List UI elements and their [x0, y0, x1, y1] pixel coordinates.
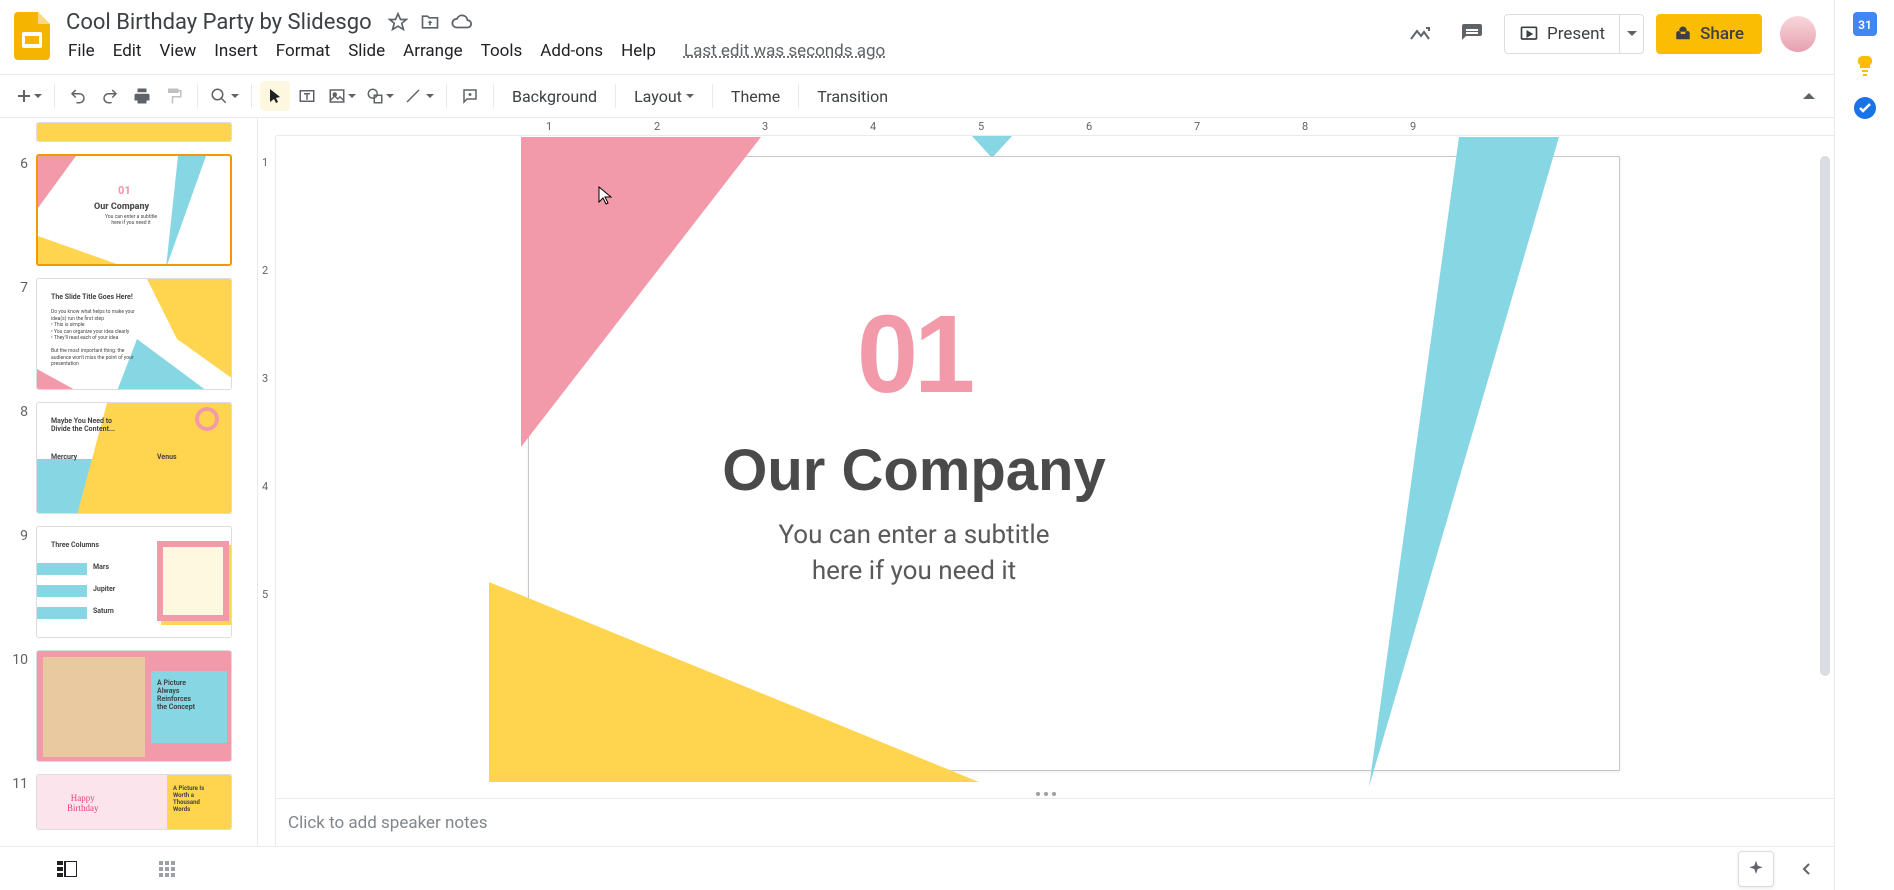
filmstrip[interactable]: 6 01 Our Company You can enter a subtitl… [0, 118, 258, 846]
comments-icon[interactable] [1452, 14, 1492, 54]
thumb-number: 10 [6, 650, 28, 762]
slide-title-text[interactable]: Our Company [722, 437, 1106, 504]
explore-button[interactable] [1738, 851, 1774, 887]
menu-addons[interactable]: Add-ons [532, 37, 611, 65]
star-icon[interactable] [386, 10, 410, 34]
keep-addon-icon[interactable] [1853, 54, 1877, 78]
menu-help[interactable]: Help [613, 37, 664, 65]
tasks-addon-icon[interactable] [1853, 96, 1877, 120]
grid-view-button[interactable] [132, 854, 202, 884]
menu-format[interactable]: Format [268, 37, 338, 65]
menu-tools[interactable]: Tools [473, 37, 531, 65]
menu-edit[interactable]: Edit [105, 37, 150, 65]
ruler-horizontal: 123456789 [276, 118, 1834, 136]
redo-button[interactable] [95, 81, 125, 111]
pink-triangle-shape[interactable] [521, 137, 761, 447]
share-button[interactable]: Share [1656, 14, 1762, 54]
slides-logo[interactable] [8, 12, 56, 60]
slide-thumb-prev[interactable] [36, 122, 232, 142]
thumb-number: 11 [6, 774, 28, 830]
move-icon[interactable] [418, 10, 442, 34]
menu-view[interactable]: View [151, 37, 204, 65]
present-label: Present [1547, 24, 1605, 44]
thumb-number: 8 [6, 402, 28, 514]
menu-file[interactable]: File [60, 37, 103, 65]
notes-resize-handle[interactable] [258, 790, 1834, 798]
account-avatar[interactable] [1778, 14, 1818, 54]
present-dropdown[interactable] [1619, 15, 1643, 53]
transition-button[interactable]: Transition [807, 81, 898, 111]
filmstrip-view-button[interactable] [32, 854, 102, 884]
slide-thumb-6[interactable]: 01 Our Company You can enter a subtitle … [36, 154, 232, 266]
share-label: Share [1700, 24, 1744, 44]
comment-tool[interactable] [455, 81, 485, 111]
undo-button[interactable] [63, 81, 93, 111]
select-tool[interactable] [260, 81, 290, 111]
slide-subtitle-text[interactable]: You can enter a subtitlehere if you need… [664, 517, 1164, 590]
menu-insert[interactable]: Insert [206, 37, 266, 65]
menu-arrange[interactable]: Arrange [395, 37, 470, 65]
bottom-bar [0, 846, 1834, 890]
new-slide-button[interactable] [12, 81, 46, 111]
paint-format-button[interactable] [159, 81, 189, 111]
print-button[interactable] [127, 81, 157, 111]
toolbar: Background Layout Theme Transition [0, 74, 1834, 118]
svg-text:31: 31 [1858, 18, 1872, 32]
header: Cool Birthday Party by Slidesgo File Edi… [0, 0, 1834, 74]
slide-thumb-10[interactable]: A Picture Always Reinforces the Concept [36, 650, 232, 762]
textbox-tool[interactable] [292, 81, 322, 111]
image-tool[interactable] [324, 81, 360, 111]
activity-icon[interactable] [1400, 14, 1440, 54]
present-button[interactable]: Present [1504, 14, 1644, 54]
side-panel: 31 [1834, 0, 1894, 890]
shape-tool[interactable] [362, 81, 398, 111]
layout-button[interactable]: Layout [624, 81, 704, 111]
cloud-status-icon[interactable] [450, 10, 474, 34]
slide-thumb-8[interactable]: Maybe You Need to Divide the Content... … [36, 402, 232, 514]
slide-canvas[interactable]: 01 Our Company You can enter a subtitleh… [528, 156, 1620, 771]
background-button[interactable]: Background [502, 81, 607, 111]
slide-number-text[interactable]: 01 [857, 291, 971, 418]
thumb-number: 9 [6, 526, 28, 638]
doc-title[interactable]: Cool Birthday Party by Slidesgo [60, 8, 378, 37]
speaker-notes[interactable]: Click to add speaker notes [258, 798, 1834, 846]
zoom-button[interactable] [206, 81, 243, 111]
line-tool[interactable] [400, 81, 438, 111]
menu-bar: File Edit View Insert Format Slide Arran… [60, 38, 1400, 64]
last-edit-link[interactable]: Last edit was seconds ago [684, 41, 885, 61]
cyan-triangle-shape[interactable] [1279, 137, 1579, 787]
slide-thumb-11[interactable]: Happy Birthday A Picture Is Worth a Thou… [36, 774, 232, 830]
calendar-addon-icon[interactable]: 31 [1853, 12, 1877, 36]
menu-slide[interactable]: Slide [340, 37, 393, 65]
collapse-toolbar-icon[interactable] [1794, 81, 1824, 111]
expand-side-icon[interactable] [1792, 854, 1822, 884]
slide-thumb-9[interactable]: Three Columns Mars Jupiter Saturn [36, 526, 232, 638]
theme-button[interactable]: Theme [721, 81, 790, 111]
thumb-number [6, 122, 28, 142]
canvas-scrollbar[interactable] [1820, 156, 1830, 676]
canvas-area[interactable]: 01 Our Company You can enter a subtitleh… [258, 136, 1834, 790]
slide-thumb-7[interactable]: The Slide Title Goes Here! Do you know w… [36, 278, 232, 390]
thumb-number: 6 [6, 154, 28, 266]
thumb-number: 7 [6, 278, 28, 390]
